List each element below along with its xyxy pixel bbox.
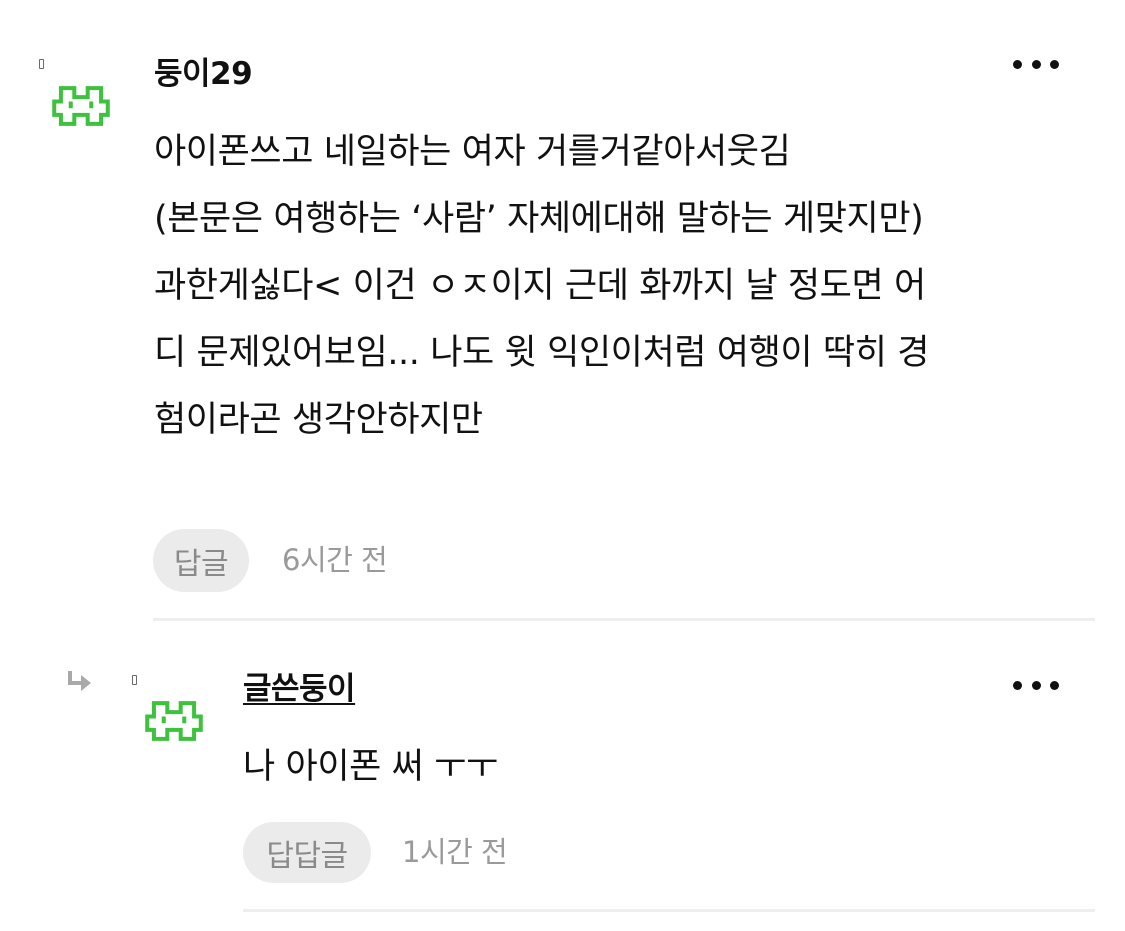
pixel-monster-icon bbox=[145, 701, 203, 741]
comment-line: 과한게싫다< 이건 ㅇㅈ이지 근데 화까지 날 정도면 어 bbox=[154, 266, 926, 306]
username[interactable]: 글쓴둥이 bbox=[243, 674, 356, 705]
comment-item: 둥이29 아이폰쓰고 네일하는 여자 거를거같아서웃김 (본문은 여행하는 ‘사… bbox=[0, 0, 1125, 625]
comment-line: 나 아이폰 써 ㅜㅜ bbox=[243, 747, 498, 787]
more-options-button[interactable] bbox=[1013, 54, 1059, 74]
pixel-monster-icon bbox=[52, 86, 110, 126]
comment-body: 나 아이폰 써 ㅜㅜ bbox=[243, 739, 1093, 796]
comment-line: 험이라곤 생각안하지만 bbox=[154, 400, 483, 440]
more-horizontal-icon bbox=[1013, 680, 1022, 690]
more-horizontal-icon bbox=[1013, 59, 1022, 69]
comment-line: 아이폰쓰고 네일하는 여자 거를거같아서웃김 bbox=[154, 132, 791, 172]
comment-line: 디 문제있어보임... 나도 윗 익인이처럼 여행이 딱히 경 bbox=[154, 333, 930, 373]
reply-button[interactable]: 답답글 bbox=[243, 822, 371, 883]
divider bbox=[153, 618, 1095, 621]
avatar[interactable] bbox=[145, 698, 203, 744]
timestamp: 1시간 전 bbox=[402, 835, 508, 869]
status-indicator bbox=[132, 675, 137, 685]
reply-arrow-icon bbox=[65, 671, 93, 695]
comment-body: 아이폰쓰고 네일하는 여자 거를거같아서웃김 (본문은 여행하는 ‘사람’ 자체… bbox=[154, 124, 1104, 449]
more-options-button[interactable] bbox=[1013, 675, 1059, 695]
divider bbox=[243, 909, 1095, 912]
status-indicator bbox=[39, 59, 44, 69]
reply-button[interactable]: 답글 bbox=[153, 529, 249, 592]
reply-comment-item: 글쓴둥이 나 아이폰 써 ㅜㅜ 답답글 1시간 전 bbox=[0, 625, 1125, 931]
timestamp: 6시간 전 bbox=[282, 543, 388, 577]
username[interactable]: 둥이29 bbox=[154, 59, 253, 90]
comment-line: (본문은 여행하는 ‘사람’ 자체에대해 말하는 게맞지만) bbox=[154, 199, 924, 239]
avatar[interactable] bbox=[52, 83, 110, 129]
